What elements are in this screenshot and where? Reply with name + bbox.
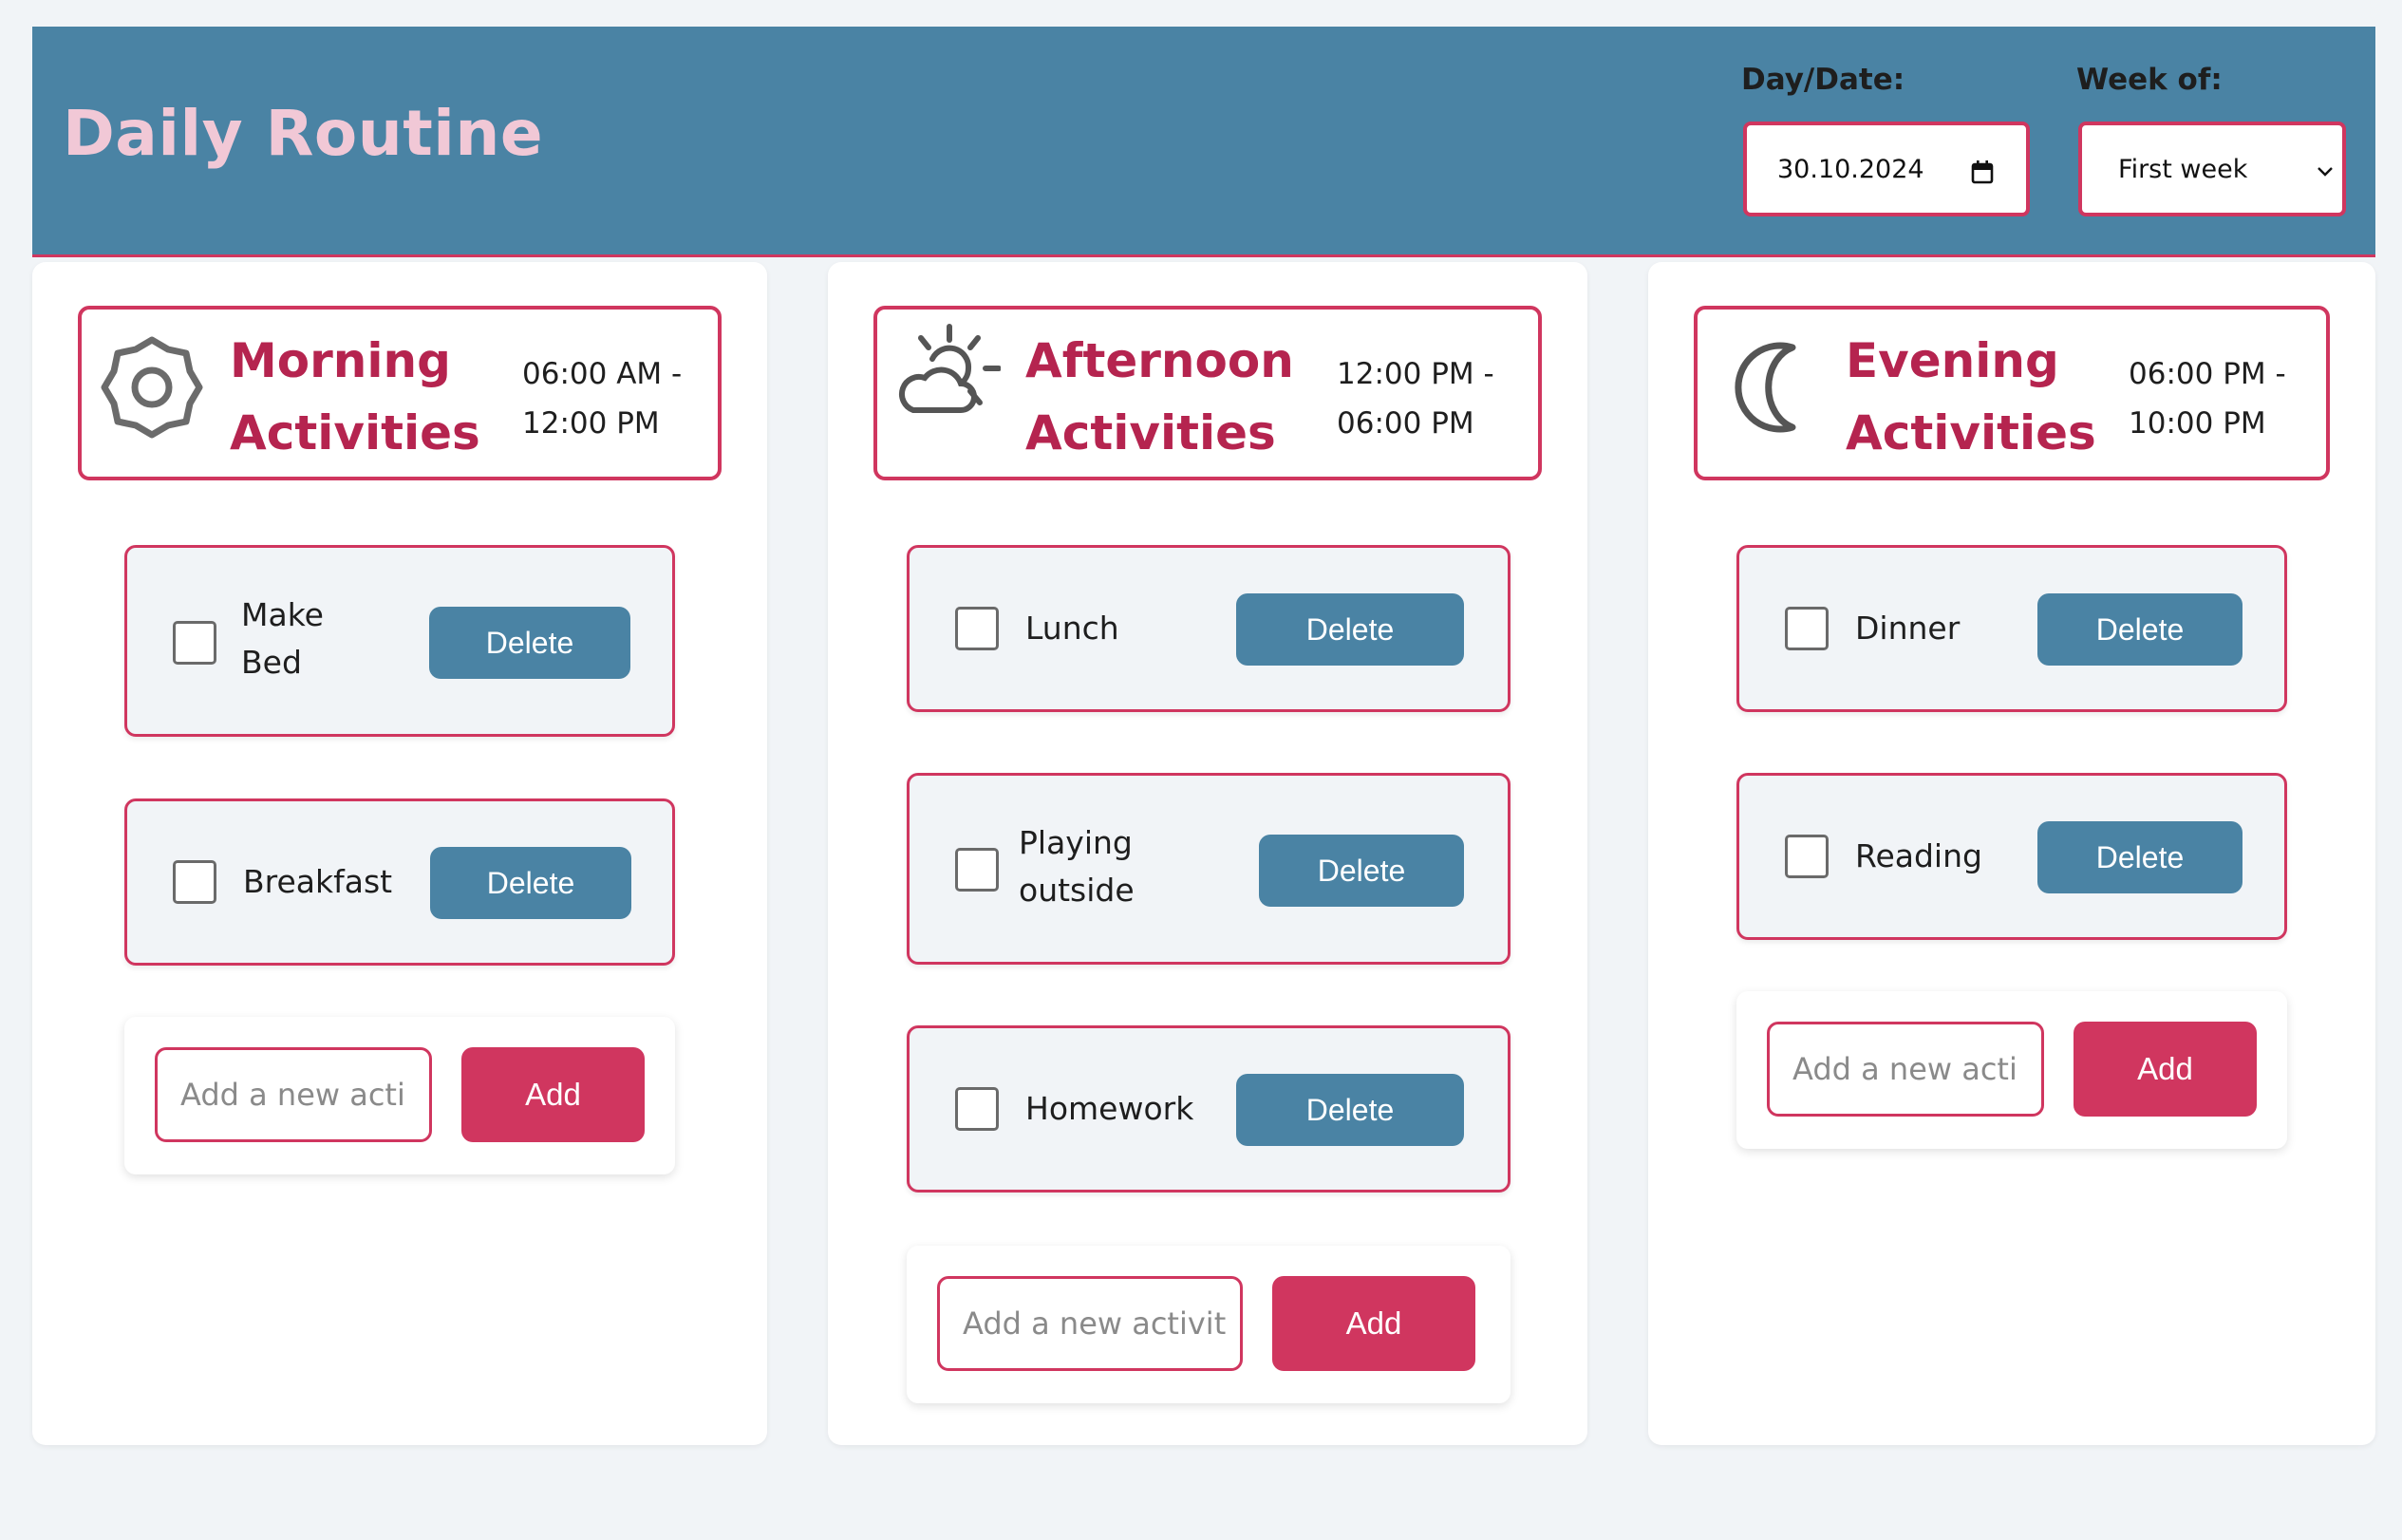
task-checkbox[interactable] [1785,835,1829,878]
date-value: 30.10.2024 [1777,154,1924,184]
task-label-line1: Make [241,596,324,633]
evening-panel: Evening Activities 06:00 PM - 10:00 PM D… [1648,262,2375,1445]
delete-button[interactable]: Delete [2037,821,2242,893]
chevron-down-icon [2318,167,2333,177]
evening-time: 06:00 PM - 10:00 PM [2129,349,2318,448]
morning-time: 06:00 AM - 12:00 PM [522,349,712,448]
morning-time-start: 06:00 AM - [522,357,683,391]
task-checkbox[interactable] [173,860,216,904]
task-label: Lunch [1025,610,1119,647]
evening-time-start: 06:00 PM - [2129,357,2286,391]
afternoon-time-end: 06:00 PM [1337,406,1474,441]
week-label: Week of: [2076,63,2223,97]
add-activity-form: Add a new acti Add [124,1017,675,1174]
task-card: Reading Delete [1736,773,2287,940]
task-label: Dinner [1855,610,1961,647]
evening-title: Evening Activities [1846,325,2096,469]
delete-button[interactable]: Delete [1236,1074,1464,1146]
afternoon-time-start: 12:00 PM - [1337,357,1494,391]
afternoon-title-line2: Activities [1025,405,1276,460]
morning-time-end: 12:00 PM [522,406,660,441]
add-button[interactable]: Add [1272,1276,1475,1371]
task-label: Reading [1855,837,1982,874]
add-activity-input[interactable]: Add a new acti [155,1047,432,1142]
add-button[interactable]: Add [461,1047,645,1142]
task-label: Homework [1025,1090,1194,1127]
task-label: Make Bed [241,592,324,686]
task-card: Lunch Delete [907,545,1511,712]
calendar-icon[interactable] [1971,160,1994,184]
date-label: Day/Date: [1741,63,1905,97]
add-activity-form: Add a new acti Add [1736,991,2287,1149]
task-card: Dinner Delete [1736,545,2287,712]
afternoon-time: 12:00 PM - 06:00 PM [1337,349,1527,448]
add-activity-form: Add a new activit Add [907,1246,1511,1403]
week-select[interactable]: First week [2078,122,2346,216]
task-checkbox[interactable] [955,1087,999,1131]
task-card: Make Bed Delete [124,545,675,737]
evening-title-line1: Evening [1846,333,2059,388]
task-checkbox[interactable] [1785,607,1829,650]
task-card: Breakfast Delete [124,798,675,966]
evening-title-line2: Activities [1846,405,2096,460]
app-header: Daily Routine Day/Date: 30.10.2024 Week … [32,27,2375,257]
task-card: Homework Delete [907,1025,1511,1193]
delete-button[interactable]: Delete [430,847,631,919]
afternoon-header: Afternoon Activities 12:00 PM - 06:00 PM [873,306,1542,480]
task-label: Breakfast [243,863,393,900]
add-button[interactable]: Add [2074,1022,2257,1117]
app-title: Daily Routine [63,97,544,170]
task-card: Playing outside Delete [907,773,1511,965]
delete-button[interactable]: Delete [429,607,630,679]
afternoon-title: Afternoon Activities [1025,325,1294,469]
morning-title-line1: Morning [230,333,451,388]
morning-header: Morning Activities 06:00 AM - 12:00 PM [78,306,722,480]
evening-header: Evening Activities 06:00 PM - 10:00 PM [1694,306,2330,480]
task-label-line1: Playing [1019,824,1133,861]
evening-time-end: 10:00 PM [2129,406,2266,441]
date-input[interactable]: 30.10.2024 [1743,122,2030,216]
task-label-line2: outside [1019,872,1135,909]
week-value: First week [2118,154,2248,184]
morning-panel: Morning Activities 06:00 AM - 12:00 PM M… [32,262,767,1445]
task-checkbox[interactable] [955,607,999,650]
task-label-line2: Bed [241,644,302,681]
delete-button[interactable]: Delete [1236,593,1464,666]
sun-icon [101,336,203,439]
partly-cloudy-icon [899,324,1001,413]
delete-button[interactable]: Delete [1259,835,1464,907]
delete-button[interactable]: Delete [2037,593,2242,666]
add-activity-input[interactable]: Add a new acti [1767,1022,2044,1117]
task-checkbox[interactable] [173,621,216,665]
afternoon-panel: Afternoon Activities 12:00 PM - 06:00 PM… [828,262,1587,1445]
moon-icon [1735,342,1796,433]
task-checkbox[interactable] [955,848,999,892]
morning-title-line2: Activities [230,405,480,460]
afternoon-title-line1: Afternoon [1025,333,1294,388]
task-label: Playing outside [1019,819,1135,914]
add-activity-input[interactable]: Add a new activit [937,1276,1243,1371]
morning-title: Morning Activities [230,325,480,469]
